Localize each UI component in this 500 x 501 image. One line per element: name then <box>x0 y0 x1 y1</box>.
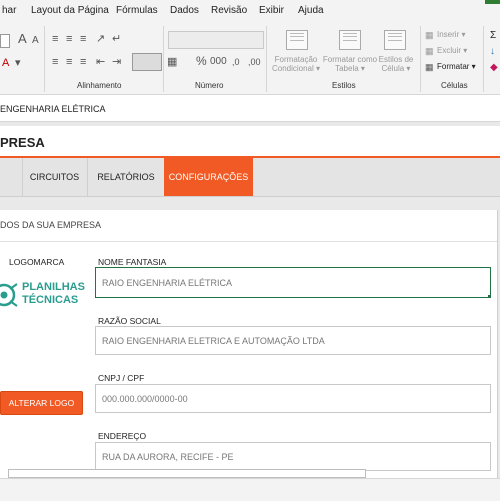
nome-fantasia-field[interactable]: RAIO ENGENHARIA ELÉTRICA <box>95 267 491 298</box>
group-label-alinhamento: Alinhamento <box>77 81 122 90</box>
decrease-decimal-icon[interactable]: ,00 <box>248 56 261 68</box>
insert-cells-button[interactable]: Inserir ▾ <box>437 30 465 39</box>
align-right-icon[interactable]: ≡ <box>80 56 86 68</box>
tab-relatorios[interactable]: RELATÓRIOS <box>88 158 164 196</box>
horizontal-scrollbar-track[interactable] <box>0 478 500 501</box>
decrease-font-icon[interactable]: A <box>32 35 39 47</box>
section-divider <box>0 241 497 242</box>
window-accent-edge <box>485 0 500 4</box>
alter-logo-button[interactable]: ALTERAR LOGO <box>0 391 83 415</box>
razao-social-label: RAZÃO SOCIAL <box>98 316 161 326</box>
nome-fantasia-label: NOME FANTASIA <box>98 257 167 267</box>
menu-tab-revisao[interactable]: Revisão <box>211 5 247 16</box>
increase-font-icon[interactable]: A <box>18 32 27 45</box>
format-cells-button[interactable]: Formatar ▾ <box>437 62 476 71</box>
section-title: DOS DA SUA EMPRESA <box>0 220 102 230</box>
format-as-table-button[interactable]: Formatar como Tabela ▾ <box>322 55 378 73</box>
insert-cells-icon: ▦ <box>425 30 434 40</box>
menu-tab-inserir[interactable]: har <box>2 5 16 16</box>
header-band <box>0 126 500 158</box>
tab-circuitos[interactable]: CIRCUITOS <box>23 158 86 196</box>
align-center-icon[interactable]: ≡ <box>66 56 72 68</box>
orientation-icon[interactable]: ↗ <box>96 33 105 45</box>
align-top-icon[interactable]: ≡ <box>52 33 58 45</box>
group-label-estilos: Estilos <box>332 81 356 90</box>
menu-tab-ajuda[interactable]: Ajuda <box>298 5 324 16</box>
endereco-field[interactable]: RUA DA AURORA, RECIFE - PE <box>95 442 491 471</box>
conditional-formatting-icon[interactable] <box>286 30 308 50</box>
font-color-icon[interactable]: A <box>2 57 9 69</box>
ribbon-divider <box>420 26 421 92</box>
company-logo: PLANILHAS TÉCNICAS <box>0 275 85 347</box>
tab-configuracoes[interactable]: CONFIGURAÇÕES <box>164 158 253 196</box>
ribbon-divider <box>163 26 164 92</box>
increase-decimal-icon[interactable]: ,0 <box>232 56 240 68</box>
delete-cells-button[interactable]: Excluir ▾ <box>437 46 467 55</box>
selection-handle[interactable] <box>488 295 491 298</box>
endereco-label: ENDEREÇO <box>98 431 147 441</box>
comma-style-icon[interactable]: 000 <box>210 56 227 68</box>
align-bottom-icon[interactable]: ≡ <box>80 33 86 45</box>
align-left-icon[interactable]: ≡ <box>52 56 58 68</box>
cnpj-label: CNPJ / CPF <box>98 373 145 383</box>
align-middle-icon[interactable]: ≡ <box>66 33 72 45</box>
menu-tab-formulas[interactable]: Fórmulas <box>116 5 158 16</box>
formula-bar-content: ENGENHARIA ELÉTRICA <box>0 104 106 114</box>
horizontal-scrollbar-thumb[interactable] <box>8 469 366 478</box>
number-format-dropdown[interactable] <box>168 31 264 49</box>
menu-tab-dados[interactable]: Dados <box>170 5 199 16</box>
group-label-celulas: Células <box>441 81 468 90</box>
logo-label: LOGOMARCA <box>9 257 65 267</box>
razao-social-field[interactable]: RAIO ENGENHARIA ELETRICA E AUTOMAÇÃO LTD… <box>95 326 491 355</box>
clear-icon[interactable]: ◆ <box>490 62 498 74</box>
cell-styles-button[interactable]: Estilos de Célula ▾ <box>376 55 416 73</box>
format-as-table-icon[interactable] <box>339 30 361 50</box>
planilhas-tecnicas-logo-icon: PLANILHAS TÉCNICAS <box>0 281 85 307</box>
page-title: PRESA <box>0 135 45 150</box>
delete-cells-icon: ▦ <box>425 46 434 56</box>
menu-tab-exibir[interactable]: Exibir <box>259 5 284 16</box>
conditional-formatting-button[interactable]: Formatação Condicional ▾ <box>268 55 324 73</box>
cell-styles-icon[interactable] <box>384 30 406 50</box>
ribbon-divider <box>266 26 267 92</box>
dropdown-icon[interactable]: ▾ <box>15 57 21 69</box>
font-size-box[interactable] <box>0 34 10 48</box>
cnpj-field[interactable]: 000.000.000/0000-00 <box>95 384 491 413</box>
menu-tab-layout[interactable]: Layout da Página <box>31 5 109 16</box>
merge-center-button[interactable] <box>132 53 162 71</box>
accounting-format-icon[interactable]: ▦ <box>167 56 177 68</box>
decrease-indent-icon[interactable]: ⇤ <box>96 56 105 68</box>
percent-icon[interactable]: % <box>196 55 207 67</box>
wrap-text-icon[interactable]: ↵ <box>112 33 121 45</box>
fill-icon[interactable]: ↓ <box>490 46 495 58</box>
ribbon-divider <box>483 26 484 92</box>
group-label-numero: Número <box>195 81 224 90</box>
svg-text:PLANILHAS: PLANILHAS <box>22 281 85 293</box>
ribbon-divider <box>44 26 45 92</box>
autosum-icon[interactable]: Σ <box>490 30 496 42</box>
svg-text:TÉCNICAS: TÉCNICAS <box>22 293 78 306</box>
format-cells-icon: ▦ <box>425 62 434 72</box>
increase-indent-icon[interactable]: ⇥ <box>112 56 121 68</box>
